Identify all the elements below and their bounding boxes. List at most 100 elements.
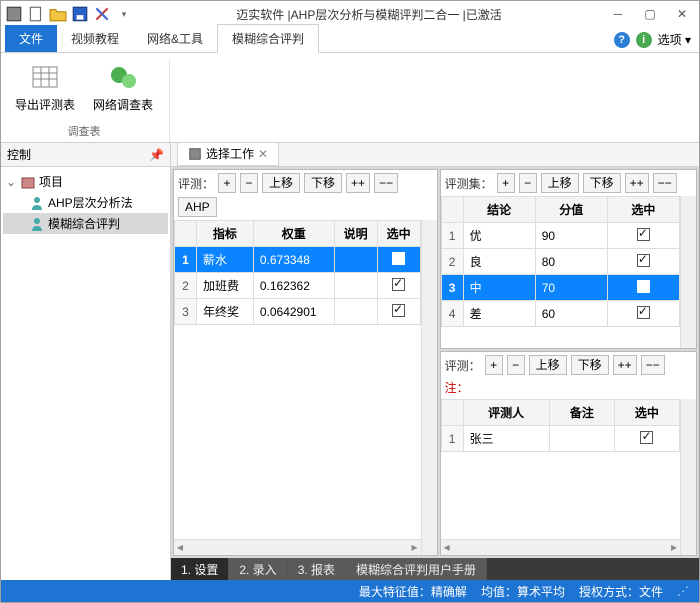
cell[interactable]: 80 bbox=[535, 249, 607, 275]
help-icon[interactable]: ? bbox=[614, 32, 630, 48]
checkbox-icon[interactable] bbox=[392, 304, 405, 317]
cell[interactable] bbox=[549, 426, 614, 452]
net-survey-button[interactable]: 网络调查表 bbox=[89, 59, 157, 115]
cell[interactable]: 60 bbox=[535, 301, 607, 327]
plus-plus-button[interactable]: ++ bbox=[625, 173, 649, 193]
app-icon[interactable] bbox=[5, 5, 23, 23]
checkbox-icon[interactable] bbox=[392, 252, 405, 265]
cell[interactable]: 0.0642901 bbox=[253, 299, 334, 325]
scrollbar-vertical[interactable] bbox=[421, 220, 437, 555]
ahp-button[interactable]: AHP bbox=[178, 197, 217, 217]
table-row[interactable]: 2良80 bbox=[441, 249, 679, 275]
close-button[interactable]: ✕ bbox=[669, 5, 695, 23]
move-down-button[interactable]: 下移 bbox=[304, 173, 342, 193]
checkbox-icon[interactable] bbox=[637, 254, 650, 267]
scrollbar-horizontal[interactable]: ◂▸ bbox=[441, 539, 680, 555]
move-up-button[interactable]: 上移 bbox=[262, 173, 300, 193]
cell[interactable]: 年终奖 bbox=[197, 299, 254, 325]
cell-checkbox[interactable] bbox=[377, 273, 420, 299]
table-row[interactable]: 2加班费0.162362 bbox=[175, 273, 421, 299]
cell[interactable]: 70 bbox=[535, 275, 607, 301]
move-down-button[interactable]: 下移 bbox=[583, 173, 621, 193]
tree-root-project[interactable]: ⌄ 项目 bbox=[3, 171, 168, 192]
cell-checkbox[interactable] bbox=[614, 426, 679, 452]
bottom-tab-settings[interactable]: 1. 设置 bbox=[171, 558, 229, 580]
tab-fuzzy[interactable]: 模糊综合评判 bbox=[217, 24, 319, 53]
plus-plus-button[interactable]: ++ bbox=[613, 355, 637, 375]
move-up-button[interactable]: 上移 bbox=[529, 355, 567, 375]
scrollbar-horizontal[interactable]: ◂▸ bbox=[174, 539, 421, 555]
minus-minus-button[interactable]: −− bbox=[374, 173, 398, 193]
plus-plus-button[interactable]: ++ bbox=[346, 173, 370, 193]
table-row[interactable]: 3中70 bbox=[441, 275, 679, 301]
cell[interactable]: 张三 bbox=[463, 426, 549, 452]
open-icon[interactable] bbox=[49, 5, 67, 23]
cell[interactable]: 差 bbox=[463, 301, 535, 327]
checkbox-icon[interactable] bbox=[637, 280, 650, 293]
minus-minus-button[interactable]: −− bbox=[641, 355, 665, 375]
table-row[interactable]: 3年终奖0.0642901 bbox=[175, 299, 421, 325]
cell-checkbox[interactable] bbox=[377, 247, 420, 273]
cell[interactable]: 薪水 bbox=[197, 247, 254, 273]
scrollbar-vertical[interactable] bbox=[680, 399, 696, 555]
cell[interactable]: 0.162362 bbox=[253, 273, 334, 299]
remove-button[interactable]: − bbox=[507, 355, 525, 375]
cell[interactable]: 90 bbox=[535, 223, 607, 249]
scrollbar-vertical[interactable] bbox=[680, 196, 696, 348]
cell[interactable] bbox=[334, 299, 377, 325]
move-up-button[interactable]: 上移 bbox=[541, 173, 579, 193]
evaluators-grid[interactable]: 评测人 备注 选中 1张三 bbox=[441, 399, 680, 452]
cell[interactable] bbox=[334, 273, 377, 299]
bottom-tab-manual[interactable]: 模糊综合评判用户手册 bbox=[346, 558, 487, 580]
remove-button[interactable]: − bbox=[519, 173, 537, 193]
cell[interactable]: 加班费 bbox=[197, 273, 254, 299]
add-button[interactable]: + bbox=[485, 355, 503, 375]
checkbox-icon[interactable] bbox=[637, 228, 650, 241]
new-icon[interactable] bbox=[27, 5, 45, 23]
table-row[interactable]: 1张三 bbox=[441, 426, 679, 452]
tab-close-icon[interactable]: ✕ bbox=[258, 147, 268, 161]
maximize-button[interactable]: ▢ bbox=[637, 5, 663, 23]
checkbox-icon[interactable] bbox=[640, 431, 653, 444]
cell-checkbox[interactable] bbox=[607, 249, 679, 275]
pin-icon[interactable]: 📌 bbox=[149, 148, 164, 162]
checkbox-icon[interactable] bbox=[392, 278, 405, 291]
tab-file[interactable]: 文件 bbox=[5, 25, 57, 52]
table-row[interactable]: 1优90 bbox=[441, 223, 679, 249]
collapse-icon[interactable]: ⌄ bbox=[5, 175, 17, 189]
bottom-tab-report[interactable]: 3. 报表 bbox=[288, 558, 346, 580]
qat-dropdown-icon[interactable]: ▾ bbox=[115, 5, 133, 23]
minimize-button[interactable]: ─ bbox=[605, 5, 631, 23]
checkbox-icon[interactable] bbox=[637, 306, 650, 319]
tree-item-ahp[interactable]: AHP层次分析法 bbox=[3, 192, 168, 213]
move-down-button[interactable]: 下移 bbox=[571, 355, 609, 375]
options-button[interactable]: 选项 ▾ bbox=[658, 31, 691, 48]
cell-checkbox[interactable] bbox=[377, 299, 420, 325]
tab-select-work[interactable]: 选择工作 ✕ bbox=[177, 143, 279, 166]
cell-checkbox[interactable] bbox=[607, 223, 679, 249]
add-button[interactable]: + bbox=[218, 173, 236, 193]
resultset-grid[interactable]: 结论 分值 选中 1优902良803中704差60 bbox=[441, 196, 680, 327]
criteria-grid[interactable]: 指标 权重 说明 选中 1薪水0.6733482加班费0.1623623年终奖0… bbox=[174, 220, 421, 325]
cell[interactable]: 中 bbox=[463, 275, 535, 301]
resize-grip-icon[interactable]: ⋰ bbox=[677, 584, 689, 598]
cell[interactable] bbox=[334, 247, 377, 273]
save-icon[interactable] bbox=[71, 5, 89, 23]
cell[interactable]: 良 bbox=[463, 249, 535, 275]
tab-net-tools[interactable]: 网络&工具 bbox=[133, 25, 217, 52]
minus-minus-button[interactable]: −− bbox=[653, 173, 677, 193]
cell-checkbox[interactable] bbox=[607, 275, 679, 301]
cell-checkbox[interactable] bbox=[607, 301, 679, 327]
add-button[interactable]: + bbox=[497, 173, 515, 193]
tree-item-fuzzy[interactable]: 模糊综合评判 bbox=[3, 213, 168, 234]
table-row[interactable]: 1薪水0.673348 bbox=[175, 247, 421, 273]
table-row[interactable]: 4差60 bbox=[441, 301, 679, 327]
tools-icon[interactable] bbox=[93, 5, 111, 23]
cell[interactable]: 优 bbox=[463, 223, 535, 249]
remove-button[interactable]: − bbox=[240, 173, 258, 193]
tab-video[interactable]: 视频教程 bbox=[57, 25, 133, 52]
info-icon[interactable]: i bbox=[636, 32, 652, 48]
export-eval-button[interactable]: 导出评测表 bbox=[11, 59, 79, 115]
cell[interactable]: 0.673348 bbox=[253, 247, 334, 273]
bottom-tab-entry[interactable]: 2. 录入 bbox=[229, 558, 287, 580]
